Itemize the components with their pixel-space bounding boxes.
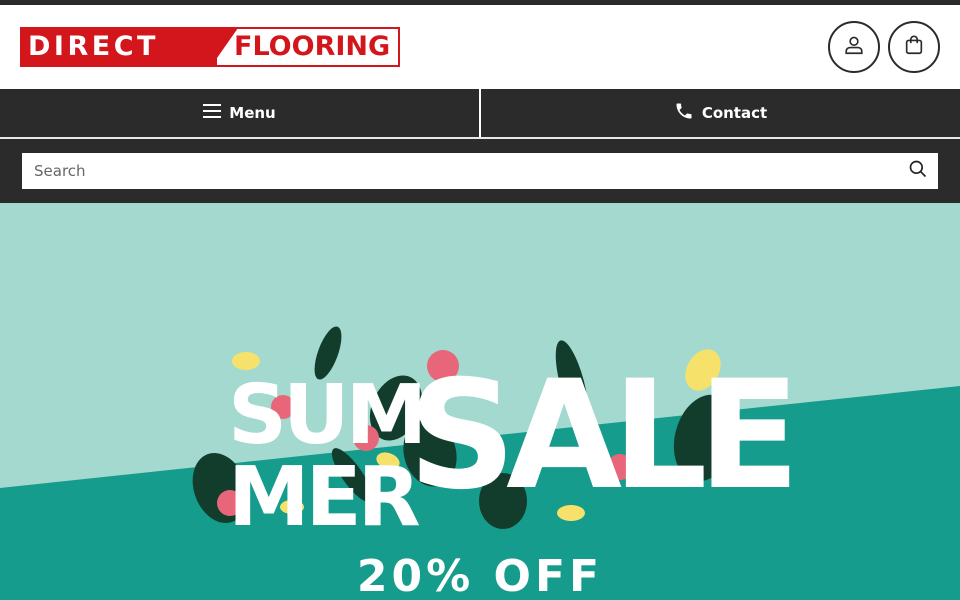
site-header: DIRECT FLOORING <box>0 5 960 89</box>
search-icon <box>908 159 928 183</box>
contact-button[interactable]: Contact <box>481 89 960 137</box>
contact-label: Contact <box>701 104 768 122</box>
menu-button[interactable]: Menu <box>0 89 479 137</box>
main-nav: Menu Contact <box>0 89 960 137</box>
cart-button[interactable] <box>888 21 940 73</box>
shopping-bag-icon <box>903 34 925 60</box>
search-bar <box>0 139 960 203</box>
search-box <box>22 153 938 189</box>
user-icon <box>843 34 865 60</box>
offer-text: 20% OFF <box>356 551 604 600</box>
account-button[interactable] <box>828 21 880 73</box>
headline-mer: MER <box>228 450 420 545</box>
phone-icon <box>674 101 694 125</box>
menu-label: Menu <box>229 104 276 122</box>
headline-sale: SALE <box>408 349 790 523</box>
search-button[interactable] <box>898 153 938 189</box>
logo-word-flooring: FLOORING <box>234 31 391 62</box>
banner-artwork: SUM MER SALE <box>0 326 960 600</box>
headline-sum: SUM <box>228 368 423 463</box>
search-input[interactable] <box>22 153 892 189</box>
site-logo[interactable]: DIRECT FLOORING <box>20 27 400 67</box>
hamburger-icon <box>203 103 222 123</box>
logo-word-direct: DIRECT <box>28 31 159 62</box>
summer-sale-banner[interactable]: SUM MER SALE 20% OFF <box>0 203 960 600</box>
